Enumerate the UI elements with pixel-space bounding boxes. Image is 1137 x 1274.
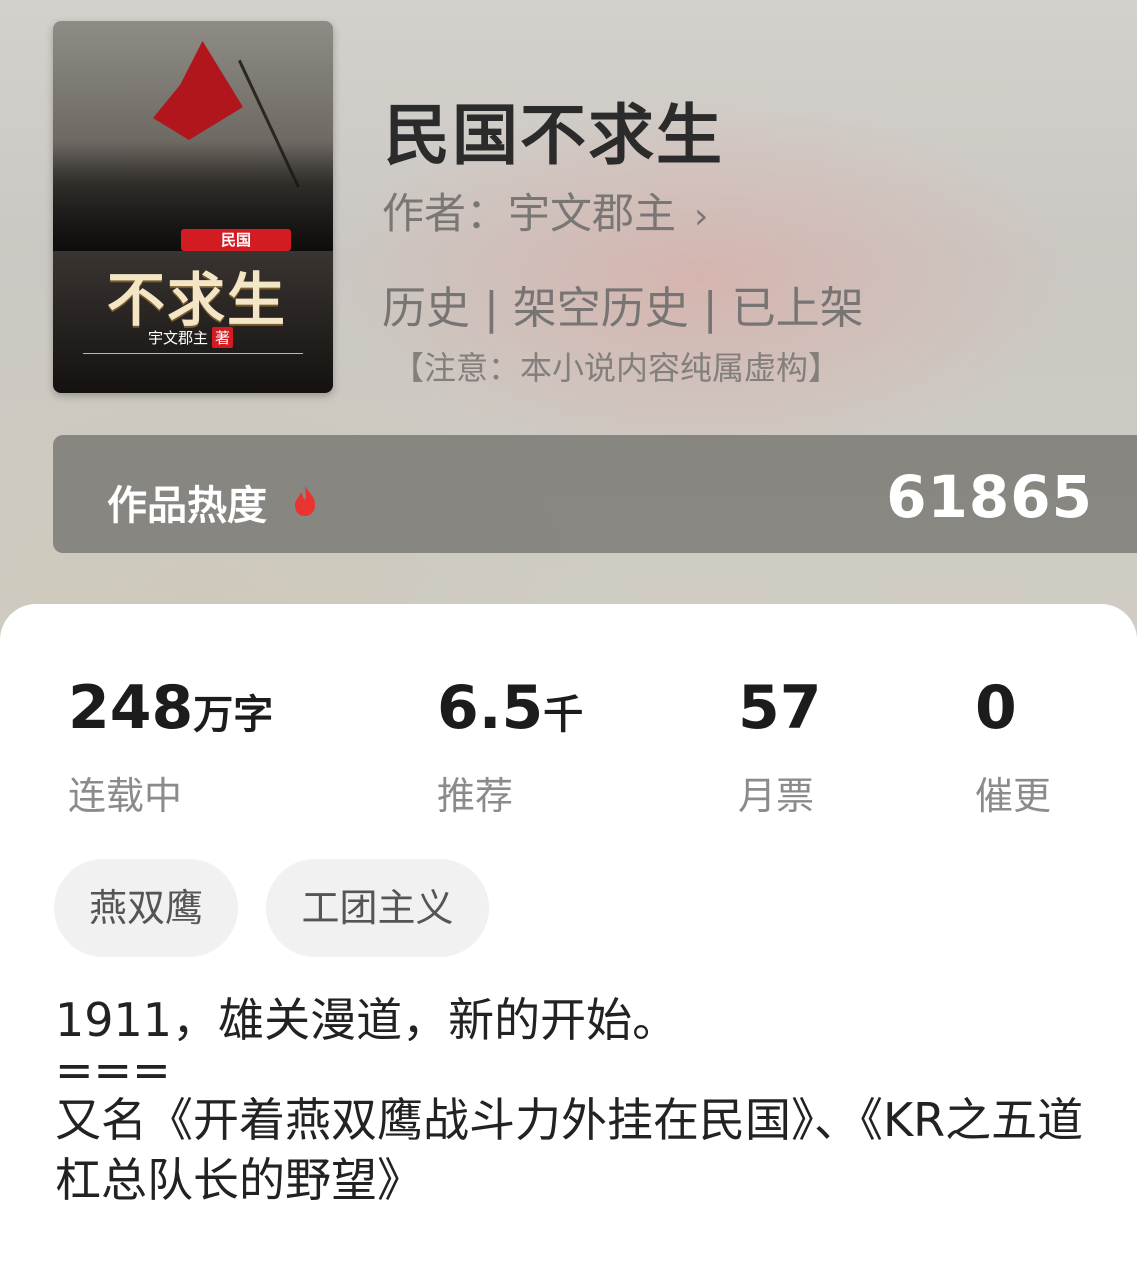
description-line: 又名《开着燕双鹰战斗力外挂在民国》、《KR之五道杠总队长的野望》 xyxy=(55,1093,1084,1207)
stat-label: 催更 xyxy=(975,774,1052,818)
stat-urge-update[interactable]: 0 催更 xyxy=(975,672,1051,820)
stat-label: 月票 xyxy=(738,774,815,818)
cover-author-name: 宇文郡主 xyxy=(148,329,209,347)
stat-value: 248 xyxy=(68,673,194,743)
fiction-notice: 【注意：本小说内容纯属虚构】 xyxy=(392,349,841,387)
book-title: 民国不求生 xyxy=(384,96,724,174)
stat-unit: 千 xyxy=(543,692,584,738)
cover-author-suffix: 著 xyxy=(212,327,234,348)
stat-word-count: 248万字 连载中 xyxy=(68,672,273,820)
cover-divider xyxy=(83,353,303,354)
popularity-value: 61865 xyxy=(886,463,1093,531)
stat-recommend[interactable]: 6.5千 推荐 xyxy=(437,672,583,820)
description-separator: === xyxy=(55,1043,171,1097)
stat-value: 0 xyxy=(975,673,1017,743)
chevron-right-icon: › xyxy=(694,196,709,237)
popularity-bar[interactable]: 作品热度 61865 xyxy=(53,435,1137,553)
popularity-label: 作品热度 xyxy=(107,483,267,529)
cover-badge: 民国 xyxy=(181,229,291,251)
book-categories: 历史 | 架空历史 | 已上架 xyxy=(382,283,864,334)
flame-icon xyxy=(295,485,315,516)
detail-panel: 248万字 连载中 6.5千 推荐 57 月票 0 催更 燕双鹰 工团主义 19… xyxy=(0,604,1137,1274)
author-label: 作者： xyxy=(382,189,509,238)
stat-value: 6.5 xyxy=(437,673,544,743)
author-name: 宇文郡主 xyxy=(508,189,677,238)
stat-unit: 万字 xyxy=(193,692,274,738)
tag-chip[interactable]: 工团主义 xyxy=(266,859,489,957)
description-line: 1911，雄关漫道，新的开始。 xyxy=(55,993,679,1047)
stat-value: 57 xyxy=(738,673,822,743)
stat-label: 推荐 xyxy=(437,774,514,818)
cover-flag xyxy=(153,41,243,140)
cover-title: 不求生 xyxy=(106,266,287,334)
stat-label: 连载中 xyxy=(68,774,183,818)
stat-monthly-ticket[interactable]: 57 月票 xyxy=(738,672,822,820)
cover-author: 宇文郡主著 xyxy=(148,327,234,348)
author-link[interactable]: 作者：宇文郡主 › xyxy=(382,180,708,241)
book-description: 1911，雄关漫道，新的开始。 === 又名《开着燕双鹰战斗力外挂在民国》、《K… xyxy=(55,990,1125,1210)
book-cover[interactable]: 民国 不求生 宇文郡主著 xyxy=(53,21,333,393)
tag-chip[interactable]: 燕双鹰 xyxy=(54,859,238,957)
